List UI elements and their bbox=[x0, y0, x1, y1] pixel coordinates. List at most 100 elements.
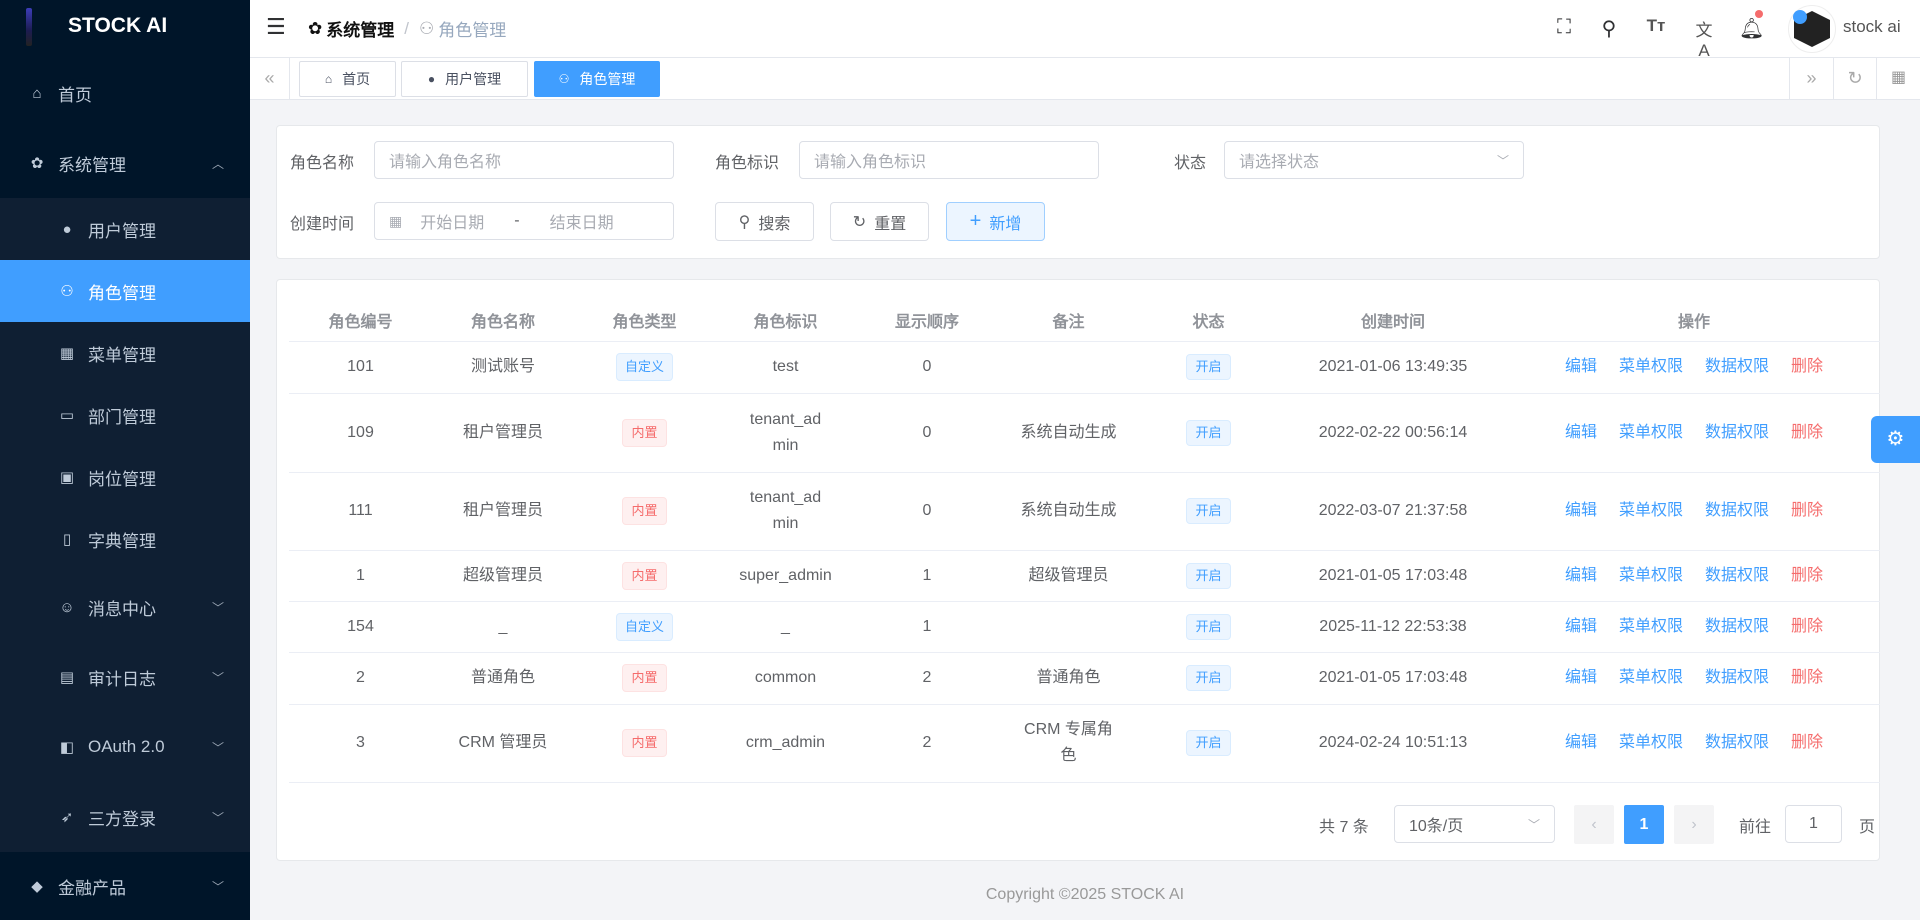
page-suffix: 页 bbox=[1859, 819, 1876, 836]
data-permission-link[interactable]: 数据权限 bbox=[1705, 669, 1769, 686]
sidebar-item-12[interactable]: ◆ 金融产品 ﹀ bbox=[0, 852, 250, 920]
data-permission-link[interactable]: 数据权限 bbox=[1705, 424, 1769, 441]
status-select[interactable]: 请选择状态 ﹀ bbox=[1224, 141, 1524, 179]
tab-label: 角色管理 bbox=[579, 71, 636, 87]
edit-link[interactable]: 编辑 bbox=[1565, 424, 1597, 441]
breadcrumb: ✿ 系统管理 / ⚇ 角色管理 bbox=[308, 16, 506, 41]
edit-link[interactable]: 编辑 bbox=[1565, 358, 1597, 375]
gear-icon: ✿ bbox=[308, 18, 323, 38]
page-1[interactable]: 1 bbox=[1624, 805, 1664, 844]
grid-icon[interactable]: ▦ bbox=[1876, 58, 1920, 100]
tab-user[interactable]: ● 用户管理 bbox=[401, 61, 528, 97]
tab-home[interactable]: ⌂ 首页 bbox=[299, 61, 396, 97]
remark: CRM 专属角色 bbox=[998, 704, 1139, 783]
data-permission-link[interactable]: 数据权限 bbox=[1705, 734, 1769, 751]
actions: 编辑 菜单权限 数据权限 删除 bbox=[1508, 341, 1880, 394]
create-time: 2021-01-06 13:49:35 bbox=[1278, 341, 1508, 394]
delete-link[interactable]: 删除 bbox=[1791, 424, 1823, 441]
create-time: 2021-01-05 17:03:48 bbox=[1278, 550, 1508, 602]
delete-link[interactable]: 删除 bbox=[1791, 734, 1823, 751]
reset-button[interactable]: ↻ 重置 bbox=[830, 202, 929, 241]
sidebar-item-label: 角色管理 bbox=[88, 283, 156, 303]
delete-link[interactable]: 删除 bbox=[1791, 669, 1823, 686]
data-permission-link[interactable]: 数据权限 bbox=[1705, 618, 1769, 635]
edit-link[interactable]: 编辑 bbox=[1565, 567, 1597, 584]
date-range-input[interactable]: ▦ 开始日期 - 结束日期 bbox=[374, 202, 674, 240]
menu-permission-link[interactable]: 菜单权限 bbox=[1619, 358, 1683, 375]
tab-role[interactable]: ⚇ 角色管理 bbox=[534, 61, 660, 97]
sidebar-item-0[interactable]: ⌂ 首页 bbox=[0, 58, 250, 128]
delete-link[interactable]: 删除 bbox=[1791, 567, 1823, 584]
sidebar-item-9[interactable]: ▤ 审计日志 ﹀ bbox=[0, 642, 250, 712]
search-button[interactable]: ⚲ 搜索 bbox=[715, 202, 814, 241]
sidebar-item-label: 字典管理 bbox=[88, 531, 156, 551]
delete-link[interactable]: 删除 bbox=[1791, 358, 1823, 375]
sidebar-item-7[interactable]: ▯ 字典管理 bbox=[0, 508, 250, 570]
sidebar-item-2[interactable]: ● 用户管理 bbox=[0, 198, 250, 260]
menu-permission-link[interactable]: 菜单权限 bbox=[1619, 734, 1683, 751]
remark bbox=[998, 341, 1139, 394]
role-name-input[interactable]: 请输入角色名称 bbox=[374, 141, 674, 179]
role-code: test bbox=[715, 341, 856, 394]
delete-link[interactable]: 删除 bbox=[1791, 618, 1823, 635]
prev-page-button[interactable]: ‹ bbox=[1574, 805, 1614, 844]
search-icon[interactable]: ⚲ bbox=[1597, 16, 1621, 41]
sidebar-item-3[interactable]: ⚇ 角色管理 bbox=[0, 260, 250, 322]
status: 开启 bbox=[1139, 472, 1278, 551]
role-id: 111 bbox=[289, 472, 432, 551]
bell-icon[interactable]: 🔔︎ bbox=[1739, 10, 1764, 41]
chevron-down-icon: ﹀ bbox=[211, 879, 224, 894]
chevron-down-icon: ﹀ bbox=[1496, 153, 1509, 168]
table-row: 101 测试账号 自定义 test 0 开启 2021-01-06 13:49:… bbox=[289, 341, 1880, 394]
sidebar-item-6[interactable]: ▣ 岗位管理 bbox=[0, 446, 250, 508]
chat-icon: ☺ bbox=[59, 598, 75, 616]
role-table: 角色编号 角色名称 角色类型 角色标识 显示顺序 备注 状态 创建时间 操作 101 测试账号 … bbox=[289, 299, 1880, 783]
status: 开启 bbox=[1139, 601, 1278, 653]
role-type-tag: 内置 bbox=[622, 497, 667, 525]
settings-float-button[interactable]: ⚙ bbox=[1871, 416, 1920, 463]
menu-permission-link[interactable]: 菜单权限 bbox=[1619, 424, 1683, 441]
actions: 编辑 菜单权限 数据权限 删除 bbox=[1508, 393, 1880, 473]
role-code: super_admin bbox=[715, 550, 856, 602]
delete-link[interactable]: 删除 bbox=[1791, 502, 1823, 519]
edit-link[interactable]: 编辑 bbox=[1565, 618, 1597, 635]
sidebar-item-label: 岗位管理 bbox=[88, 469, 156, 489]
add-button[interactable]: + 新增 bbox=[946, 202, 1045, 241]
menu-toggle-icon[interactable]: ☰ bbox=[266, 14, 286, 40]
role-code-label: 角色标识 bbox=[715, 155, 780, 172]
menu-permission-link[interactable]: 菜单权限 bbox=[1619, 618, 1683, 635]
user-name[interactable]: stock ai bbox=[1843, 17, 1901, 37]
edit-link[interactable]: 编辑 bbox=[1565, 669, 1597, 686]
edit-link[interactable]: 编辑 bbox=[1565, 734, 1597, 751]
sidebar-item-8[interactable]: ☺ 消息中心 ﹀ bbox=[0, 572, 250, 642]
sidebar-item-10[interactable]: ◧ OAuth 2.0 ﹀ bbox=[0, 712, 250, 782]
scroll-left-icon[interactable]: « bbox=[250, 58, 290, 100]
data-permission-link[interactable]: 数据权限 bbox=[1705, 567, 1769, 584]
search-icon: ⚲ bbox=[738, 213, 751, 231]
sidebar-item-1[interactable]: ✿ 系统管理 ︿ bbox=[0, 128, 250, 198]
menu-permission-link[interactable]: 菜单权限 bbox=[1619, 502, 1683, 519]
next-page-button[interactable]: › bbox=[1674, 805, 1714, 844]
breadcrumb-item[interactable]: 系统管理 bbox=[326, 16, 394, 41]
menu-permission-link[interactable]: 菜单权限 bbox=[1619, 669, 1683, 686]
page-size-select[interactable]: 10条/页 ﹀ bbox=[1394, 805, 1555, 843]
goto-page-input[interactable]: 1 bbox=[1785, 805, 1842, 843]
refresh-icon[interactable]: ↻ bbox=[1833, 58, 1876, 100]
notification-dot bbox=[1755, 10, 1763, 18]
data-permission-link[interactable]: 数据权限 bbox=[1705, 502, 1769, 519]
sidebar-item-5[interactable]: ▭ 部门管理 bbox=[0, 384, 250, 446]
role-code-input[interactable]: 请输入角色标识 bbox=[799, 141, 1099, 179]
status: 开启 bbox=[1139, 652, 1278, 705]
translate-icon[interactable]: 文A bbox=[1692, 16, 1716, 61]
sidebar-item-11[interactable]: ➶ 三方登录 ﹀ bbox=[0, 782, 250, 852]
sidebar: STOCK AI ⌂ 首页 ✿ 系统管理 ︿ ● 用户管理 ⚇ 角色管理 ▦ 菜单管理 ▭ 部门管理 ▣ 岗… bbox=[0, 0, 250, 920]
font-size-icon[interactable]: Tт bbox=[1644, 16, 1668, 36]
edit-link[interactable]: 编辑 bbox=[1565, 502, 1597, 519]
fullscreen-icon[interactable]: ⛶ bbox=[1552, 16, 1576, 39]
actions: 编辑 菜单权限 数据权限 删除 bbox=[1508, 652, 1880, 705]
data-permission-link[interactable]: 数据权限 bbox=[1705, 358, 1769, 375]
sidebar-item-4[interactable]: ▦ 菜单管理 bbox=[0, 322, 250, 384]
avatar[interactable] bbox=[1788, 5, 1836, 53]
menu-permission-link[interactable]: 菜单权限 bbox=[1619, 567, 1683, 584]
scroll-right-icon[interactable]: » bbox=[1789, 58, 1833, 100]
